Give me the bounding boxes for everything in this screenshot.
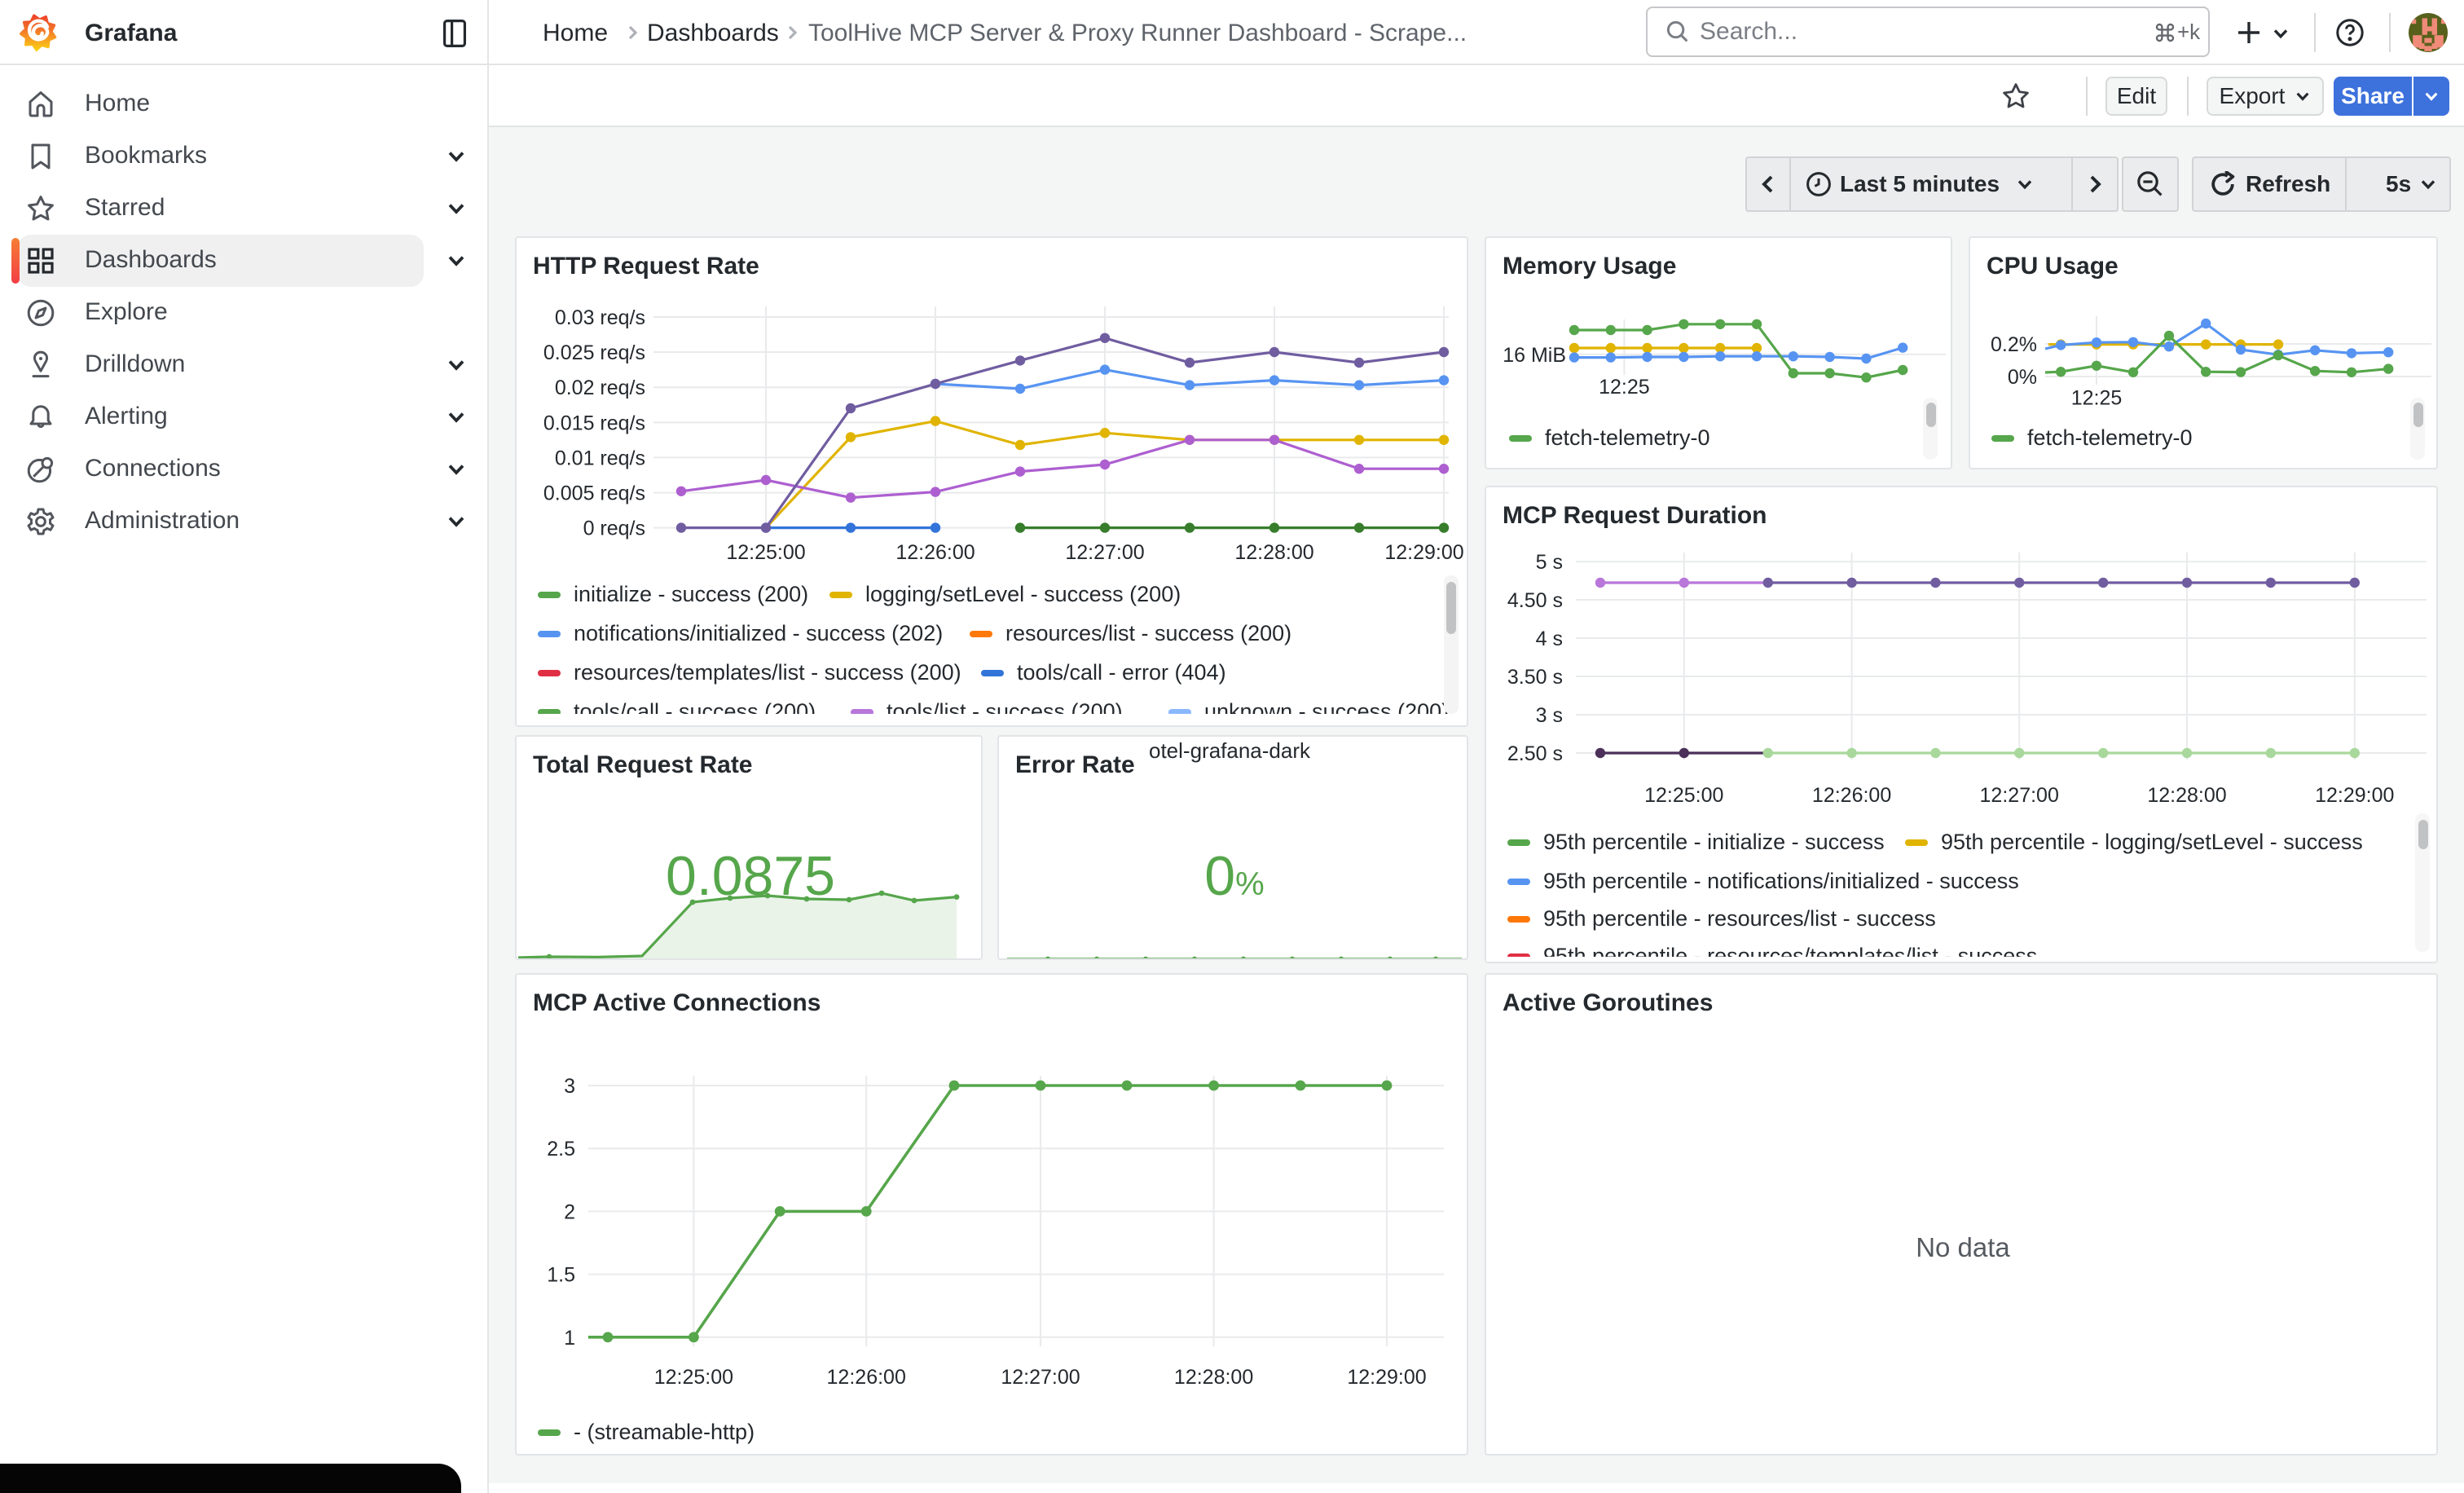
svg-text:12:28:00: 12:28:00: [1174, 1366, 1253, 1389]
svg-text:12:26:00: 12:26:00: [895, 541, 975, 564]
svg-text:3 s: 3 s: [1536, 704, 1563, 727]
svg-text:12:27:00: 12:27:00: [1980, 784, 2059, 807]
svg-text:0.025 req/s: 0.025 req/s: [543, 341, 645, 364]
svg-text:12:26:00: 12:26:00: [1812, 784, 1891, 807]
svg-text:0.005 req/s: 0.005 req/s: [543, 482, 645, 505]
svg-text:0.03 req/s: 0.03 req/s: [555, 306, 645, 329]
svg-text:2.50 s: 2.50 s: [1507, 742, 1563, 765]
svg-text:16 MiB: 16 MiB: [1503, 344, 1566, 367]
svg-text:12:25:00: 12:25:00: [726, 541, 805, 564]
svg-text:12:28:00: 12:28:00: [1234, 541, 1313, 564]
svg-text:12:27:00: 12:27:00: [1001, 1366, 1080, 1389]
svg-text:0.2%: 0.2%: [1991, 333, 2037, 356]
svg-text:12:25: 12:25: [1599, 376, 1650, 399]
svg-text:12:25:00: 12:25:00: [1644, 784, 1723, 807]
svg-text:0%: 0%: [2008, 366, 2037, 389]
svg-text:12:29:00: 12:29:00: [2315, 784, 2394, 807]
svg-text:12:29:00: 12:29:00: [1347, 1366, 1426, 1389]
svg-text:4.50 s: 4.50 s: [1507, 589, 1563, 612]
svg-text:0.01 req/s: 0.01 req/s: [555, 447, 645, 469]
svg-text:3: 3: [564, 1075, 575, 1098]
svg-text:5 s: 5 s: [1536, 551, 1563, 574]
svg-text:2.5: 2.5: [547, 1138, 575, 1160]
svg-text:1.5: 1.5: [547, 1264, 575, 1287]
svg-text:12:28:00: 12:28:00: [2147, 784, 2226, 807]
svg-text:0 req/s: 0 req/s: [583, 517, 645, 540]
svg-text:2: 2: [564, 1200, 575, 1223]
svg-text:3.50 s: 3.50 s: [1507, 666, 1563, 689]
svg-text:12:25: 12:25: [2071, 386, 2123, 409]
svg-text:0.015 req/s: 0.015 req/s: [543, 412, 645, 434]
svg-text:12:27:00: 12:27:00: [1065, 541, 1144, 564]
svg-text:12:25:00: 12:25:00: [654, 1366, 733, 1389]
svg-text:12:29:00: 12:29:00: [1384, 541, 1463, 564]
svg-text:4 s: 4 s: [1536, 628, 1563, 650]
svg-text:1: 1: [564, 1327, 575, 1350]
svg-text:0.02 req/s: 0.02 req/s: [555, 377, 645, 399]
svg-text:12:26:00: 12:26:00: [827, 1366, 906, 1389]
